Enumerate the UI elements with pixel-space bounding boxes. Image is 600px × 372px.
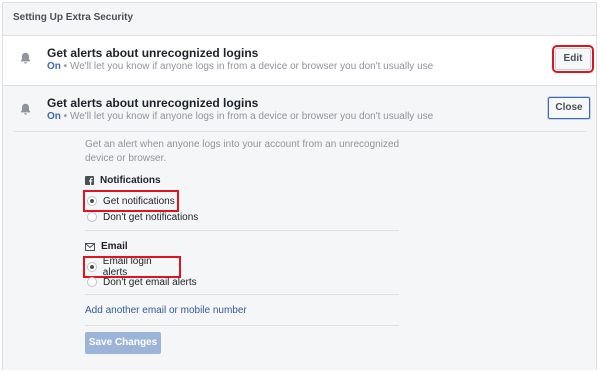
dont-get-email-alerts-label: Don't get email alerts [103,276,197,288]
notifications-section-title: Notifications [85,175,161,186]
notifications-title: Notifications [100,175,161,186]
row-title: Get alerts about unrecognized logins [47,96,259,110]
row-description-text: • We'll let you know if anyone logs in f… [60,111,434,122]
save-changes-button[interactable]: Save Changes [85,332,161,354]
edit-button[interactable]: Edit [552,45,594,73]
login-alerts-row-collapsed: Get alerts about unrecognized logins On … [3,36,596,86]
email-login-alerts-option[interactable]: Email login alerts [83,256,181,278]
email-title: Email [101,241,128,252]
divider [85,294,399,295]
dont-get-notifications-option[interactable]: Don't get notifications [87,210,198,224]
get-notifications-option[interactable]: Get notifications [83,190,179,212]
status-on: On [47,111,61,122]
radio-email-login-alerts[interactable] [87,262,97,272]
bell-icon [20,103,31,115]
row-description: On • We'll let you know if anyone logs i… [47,61,433,72]
add-contact-link[interactable]: Add another email or mobile number [85,305,247,316]
panel-title: Setting Up Extra Security [13,12,134,23]
panel-header: Setting Up Extra Security [3,3,596,36]
alert-intro-text: Get an alert when anyone logs into your … [85,139,400,164]
radio-dont-get-notifications[interactable] [87,212,97,222]
dont-get-email-alerts-option[interactable]: Don't get email alerts [87,275,197,289]
row-description: On • We'll let you know if anyone logs i… [47,111,433,122]
status-on: On [47,61,61,72]
bell-icon [20,52,31,64]
radio-dont-get-email-alerts[interactable] [87,277,97,287]
row-description-text: • We'll let you know if anyone logs in f… [60,61,434,72]
divider [85,230,399,231]
row-title: Get alerts about unrecognized logins [47,46,259,60]
envelope-icon [85,242,95,251]
email-section-title: Email [85,241,128,252]
login-alerts-row-expanded: Get alerts about unrecognized logins On … [3,86,596,370]
extra-security-panel: Setting Up Extra Security Get alerts abo… [2,2,597,370]
dont-get-notifications-label: Don't get notifications [103,211,199,223]
divider [85,325,399,326]
radio-get-notifications[interactable] [87,196,97,206]
section-separator [13,131,586,132]
close-button[interactable]: Close [548,97,590,119]
get-notifications-label: Get notifications [103,195,175,207]
facebook-square-icon [85,176,94,185]
